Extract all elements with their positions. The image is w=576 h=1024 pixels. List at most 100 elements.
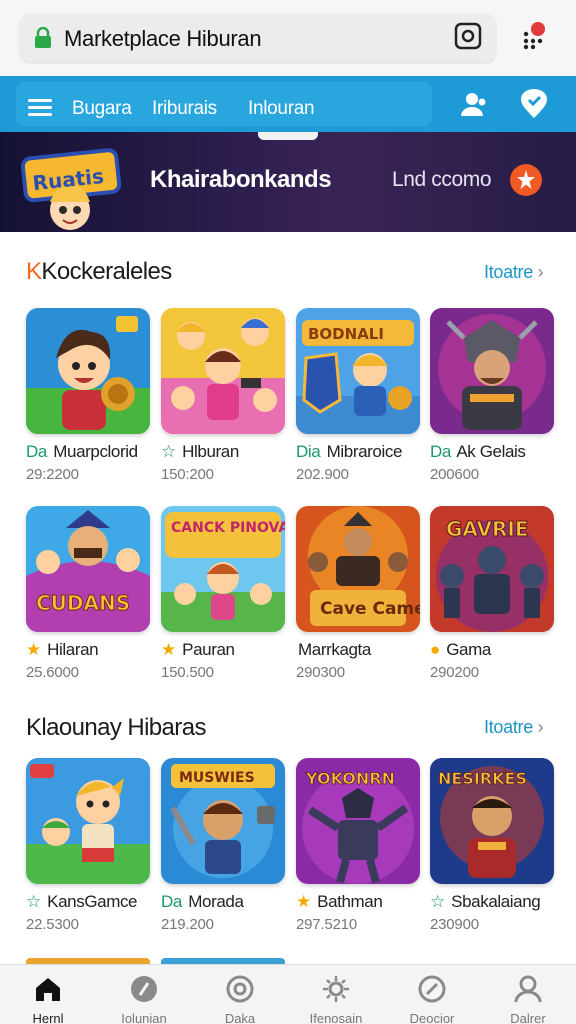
thumb-text: GAVRIE xyxy=(446,517,529,541)
nav-link-1[interactable]: Bugara xyxy=(72,98,132,120)
game-title: Pauran xyxy=(182,640,235,659)
game-price: 202.900 xyxy=(296,466,349,483)
game-card[interactable]: ☆ KansGamce 22.5300 xyxy=(26,758,150,933)
bottom-nav-home[interactable]: Hernl xyxy=(0,965,96,1024)
game-name: ★ Bathman xyxy=(296,892,383,912)
game-title: Morada xyxy=(188,892,244,911)
coin-icon: ● xyxy=(430,640,440,659)
game-tag: ☆ xyxy=(161,442,176,461)
game-thumbnail: CUDANS xyxy=(26,506,150,632)
game-title: Sbakalaiang xyxy=(451,892,541,911)
game-price: 22.5300 xyxy=(26,916,79,933)
game-card[interactable]: CANCK PINOVAID! ★ Pauran 150.500 xyxy=(161,506,285,681)
game-card[interactable]: NESIRKES ☆ Sbakalaiang 230900 xyxy=(430,758,554,933)
game-tag: Da xyxy=(430,442,451,461)
star-icon: ★ xyxy=(161,640,176,659)
bottom-nav-item-6[interactable]: Dalrer xyxy=(480,965,576,1024)
bottom-nav-label: Dalrer xyxy=(510,1011,546,1024)
section-title-2: Klaounay Hibaras xyxy=(26,714,206,741)
bottom-nav-item-4[interactable]: Ifenosain xyxy=(288,965,384,1024)
game-thumbnail xyxy=(26,758,150,884)
game-title: Mibraroice xyxy=(326,442,403,461)
nav-link-2[interactable]: Iriburais xyxy=(152,98,217,120)
banner-link[interactable]: Lnd ccomo xyxy=(392,168,492,192)
game-price: 150.500 xyxy=(161,664,214,681)
game-card[interactable]: Da Ak Gelais 200600 xyxy=(430,308,554,483)
game-card[interactable]: Cave Cames Marrkagta 290300 xyxy=(296,506,420,681)
game-tag: Da xyxy=(26,442,47,461)
game-price: 290300 xyxy=(296,664,345,681)
game-price: 230900 xyxy=(430,916,479,933)
user-icon[interactable] xyxy=(460,90,488,118)
thumb-text: CANCK PINOVAID! xyxy=(171,520,285,536)
game-logo-image: Ruatis xyxy=(20,148,122,230)
nav-search-area: Bugara Iriburais Inlouran xyxy=(16,82,432,126)
game-name: Dia Mibraroice xyxy=(296,442,402,462)
game-card[interactable]: CUDANS ★ Hilaran 25.6000 xyxy=(26,506,150,681)
profile-icon xyxy=(514,975,542,1003)
menu-dots-icon[interactable] xyxy=(518,20,552,54)
game-name: Da Muarpclorid xyxy=(26,442,138,462)
url-bar[interactable]: Marketplace Hiburan xyxy=(20,14,496,62)
game-name: Da Ak Gelais xyxy=(430,442,526,462)
game-thumbnail: Cave Cames xyxy=(296,506,420,632)
section-title-1: KKockeraleles xyxy=(26,258,172,286)
bottom-nav-label: Daka xyxy=(224,1011,256,1024)
game-tag: Dia xyxy=(296,442,321,461)
more-link-text: Itoatre xyxy=(484,262,533,282)
bottom-nav-item-3[interactable]: Daka xyxy=(192,965,288,1024)
game-card[interactable]: ☆ Hlburan 150:200 xyxy=(161,308,285,483)
thumb-text: CUDANS xyxy=(36,591,130,615)
game-name: ☆ Hlburan xyxy=(161,442,239,462)
game-thumbnail xyxy=(430,308,554,434)
game-thumbnail xyxy=(161,308,285,434)
badge-icon xyxy=(131,976,157,1002)
thumb-text: Cave Cames xyxy=(320,599,420,619)
section-more-link-2[interactable]: Itoatre › xyxy=(484,717,544,738)
game-title: Hilaran xyxy=(47,640,99,659)
section-more-link-1[interactable]: Itoatre › xyxy=(484,262,544,283)
bottom-nav-label: Iolunian xyxy=(121,1011,167,1024)
game-name: ★ Pauran xyxy=(161,640,235,660)
top-nav: Bugara Iriburais Inlouran xyxy=(0,76,576,132)
game-price: 219.200 xyxy=(161,916,214,933)
nav-link-3[interactable]: Inlouran xyxy=(248,98,315,120)
bottom-nav-item-2[interactable]: Iolunian xyxy=(96,965,192,1024)
game-card[interactable]: BODNALI Dia Mibraroice 202.900 xyxy=(296,308,420,483)
banner-handle xyxy=(258,132,318,140)
game-card[interactable]: GAVRIE ● Gama 290200 xyxy=(430,506,554,681)
game-name: ● Gama xyxy=(430,640,491,660)
hamburger-menu-icon[interactable] xyxy=(28,99,52,117)
location-pin-icon[interactable] xyxy=(518,88,550,120)
browser-toolbar: Marketplace Hiburan xyxy=(0,0,576,76)
game-name: ☆ Sbakalaiang xyxy=(430,892,541,912)
bottom-nav-label: Ifenosain xyxy=(309,1011,363,1024)
game-thumbnail: NESIRKES xyxy=(430,758,554,884)
thumb-text: BODNALI xyxy=(308,325,384,343)
game-thumbnail: MUSWIES xyxy=(161,758,285,884)
game-title: Marrkagta xyxy=(298,640,371,659)
game-title: Ak Gelais xyxy=(456,442,526,461)
game-card[interactable]: Da Muarpclorid 29:2200 xyxy=(26,308,150,483)
bottom-nav-item-5[interactable]: Deocior xyxy=(384,965,480,1024)
game-price: 297.5210 xyxy=(296,916,357,933)
camera-icon[interactable] xyxy=(454,22,482,50)
section-title-text: Kockeraleles xyxy=(41,258,172,285)
game-card[interactable]: YOKONRN ★ Bathman 297.5210 xyxy=(296,758,420,933)
chevron-right-icon: › xyxy=(537,717,544,737)
thumb-text: MUSWIES xyxy=(179,770,255,786)
game-title: Gama xyxy=(446,640,491,659)
game-title: Muarpclorid xyxy=(53,442,138,461)
game-card[interactable]: MUSWIES Da Morada 219.200 xyxy=(161,758,285,933)
game-thumbnail: YOKONRN xyxy=(296,758,420,884)
game-thumbnail: CANCK PINOVAID! xyxy=(161,506,285,632)
thumb-text: NESIRKES xyxy=(438,769,527,788)
section-title-accent: K xyxy=(26,258,42,285)
promo-banner[interactable]: Ruatis Khairabonkands Lnd ccomo xyxy=(0,132,576,232)
compass-icon xyxy=(418,975,446,1003)
fire-icon[interactable] xyxy=(510,164,542,196)
game-price: 29:2200 xyxy=(26,466,79,483)
star-icon: ★ xyxy=(26,640,41,659)
star-icon: ★ xyxy=(296,892,311,911)
game-thumbnail xyxy=(26,308,150,434)
